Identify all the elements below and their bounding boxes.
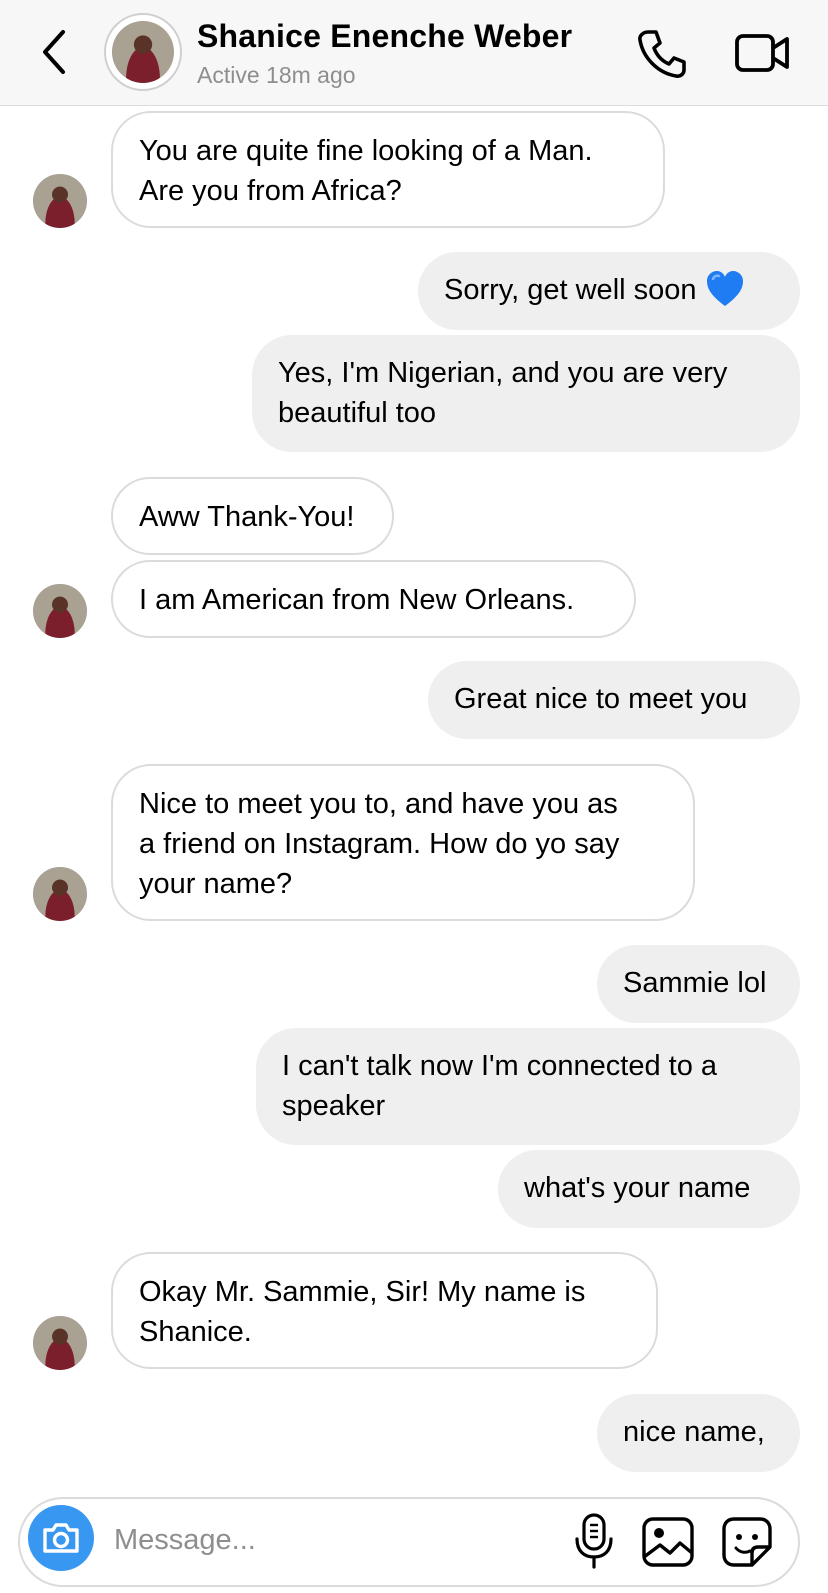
- message-line: Yes, I'm Nigerian, and you are very: [278, 357, 728, 389]
- sender-avatar: [33, 584, 87, 638]
- message-line: I am American from New Orleans.: [139, 584, 575, 616]
- message-incoming[interactable]: You are quite fine looking of a Man. Are…: [111, 111, 665, 228]
- message-line: beautiful too: [278, 397, 437, 429]
- sticker-icon: [722, 1517, 772, 1567]
- message-line: Great nice to meet you: [454, 683, 748, 715]
- message-input[interactable]: [112, 1517, 536, 1563]
- message-line: nice name,: [623, 1416, 765, 1448]
- message-line: Aww Thank-You!: [139, 501, 355, 533]
- voice-message-button[interactable]: [572, 1511, 616, 1571]
- message-line: Okay Mr. Sammie, Sir! My name is: [139, 1276, 586, 1308]
- chevron-left-icon: [43, 30, 65, 74]
- audio-call-button[interactable]: [634, 26, 690, 82]
- image-icon: [642, 1517, 694, 1567]
- message-line: your name?: [139, 868, 293, 900]
- message-line: speaker: [282, 1090, 386, 1122]
- back-button[interactable]: [30, 22, 80, 82]
- microphone-icon: [575, 1513, 613, 1569]
- message-line: Are you from Africa?: [139, 175, 402, 207]
- chat-header: Shanice Enenche Weber Active 18m ago: [0, 0, 828, 106]
- message-line: Nice to meet you to, and have you as: [139, 788, 618, 820]
- sticker-button[interactable]: [720, 1515, 774, 1569]
- message-incoming[interactable]: I am American from New Orleans.: [111, 560, 636, 638]
- message-incoming[interactable]: Aww Thank-You!: [111, 477, 394, 555]
- message-line: I can't talk now I'm connected to a: [282, 1050, 718, 1082]
- sender-avatar: [33, 867, 87, 921]
- message-outgoing[interactable]: I can't talk now I'm connected to a spea…: [256, 1028, 800, 1145]
- message-outgoing[interactable]: Sorry, get well soon: [418, 252, 800, 330]
- message-line: Sorry, get well soon: [444, 274, 697, 306]
- video-camera-icon: [735, 34, 789, 72]
- message-incoming[interactable]: Okay Mr. Sammie, Sir! My name is Shanice…: [111, 1252, 658, 1369]
- camera-button[interactable]: [28, 1505, 94, 1571]
- avatar-image: [112, 21, 174, 83]
- camera-icon: [43, 1523, 79, 1553]
- gallery-button[interactable]: [640, 1515, 696, 1569]
- message-incoming[interactable]: Nice to meet you to, and have you as a f…: [111, 764, 695, 921]
- message-outgoing[interactable]: Yes, I'm Nigerian, and you are very beau…: [252, 335, 800, 452]
- phone-icon: [638, 30, 686, 78]
- sender-avatar: [33, 1316, 87, 1370]
- message-composer: [18, 1497, 800, 1587]
- message-line: Sammie lol: [623, 967, 767, 999]
- contact-name[interactable]: Shanice Enenche Weber: [197, 18, 572, 55]
- message-outgoing[interactable]: what's your name: [498, 1150, 800, 1228]
- message-outgoing[interactable]: Sammie lol: [597, 945, 800, 1023]
- message-line: what's your name: [524, 1172, 751, 1204]
- blue-heart-emoji-icon: [706, 271, 743, 307]
- message-line: You are quite fine looking of a Man.: [139, 135, 593, 167]
- contact-avatar[interactable]: [104, 13, 182, 91]
- message-line: Shanice.: [139, 1316, 252, 1348]
- message-line: a friend on Instagram. How do yo say: [139, 828, 620, 860]
- video-call-button[interactable]: [734, 28, 792, 80]
- active-status: Active 18m ago: [197, 62, 356, 88]
- sender-avatar: [33, 174, 87, 228]
- message-outgoing[interactable]: nice name,: [597, 1394, 800, 1472]
- message-outgoing[interactable]: Great nice to meet you: [428, 661, 800, 739]
